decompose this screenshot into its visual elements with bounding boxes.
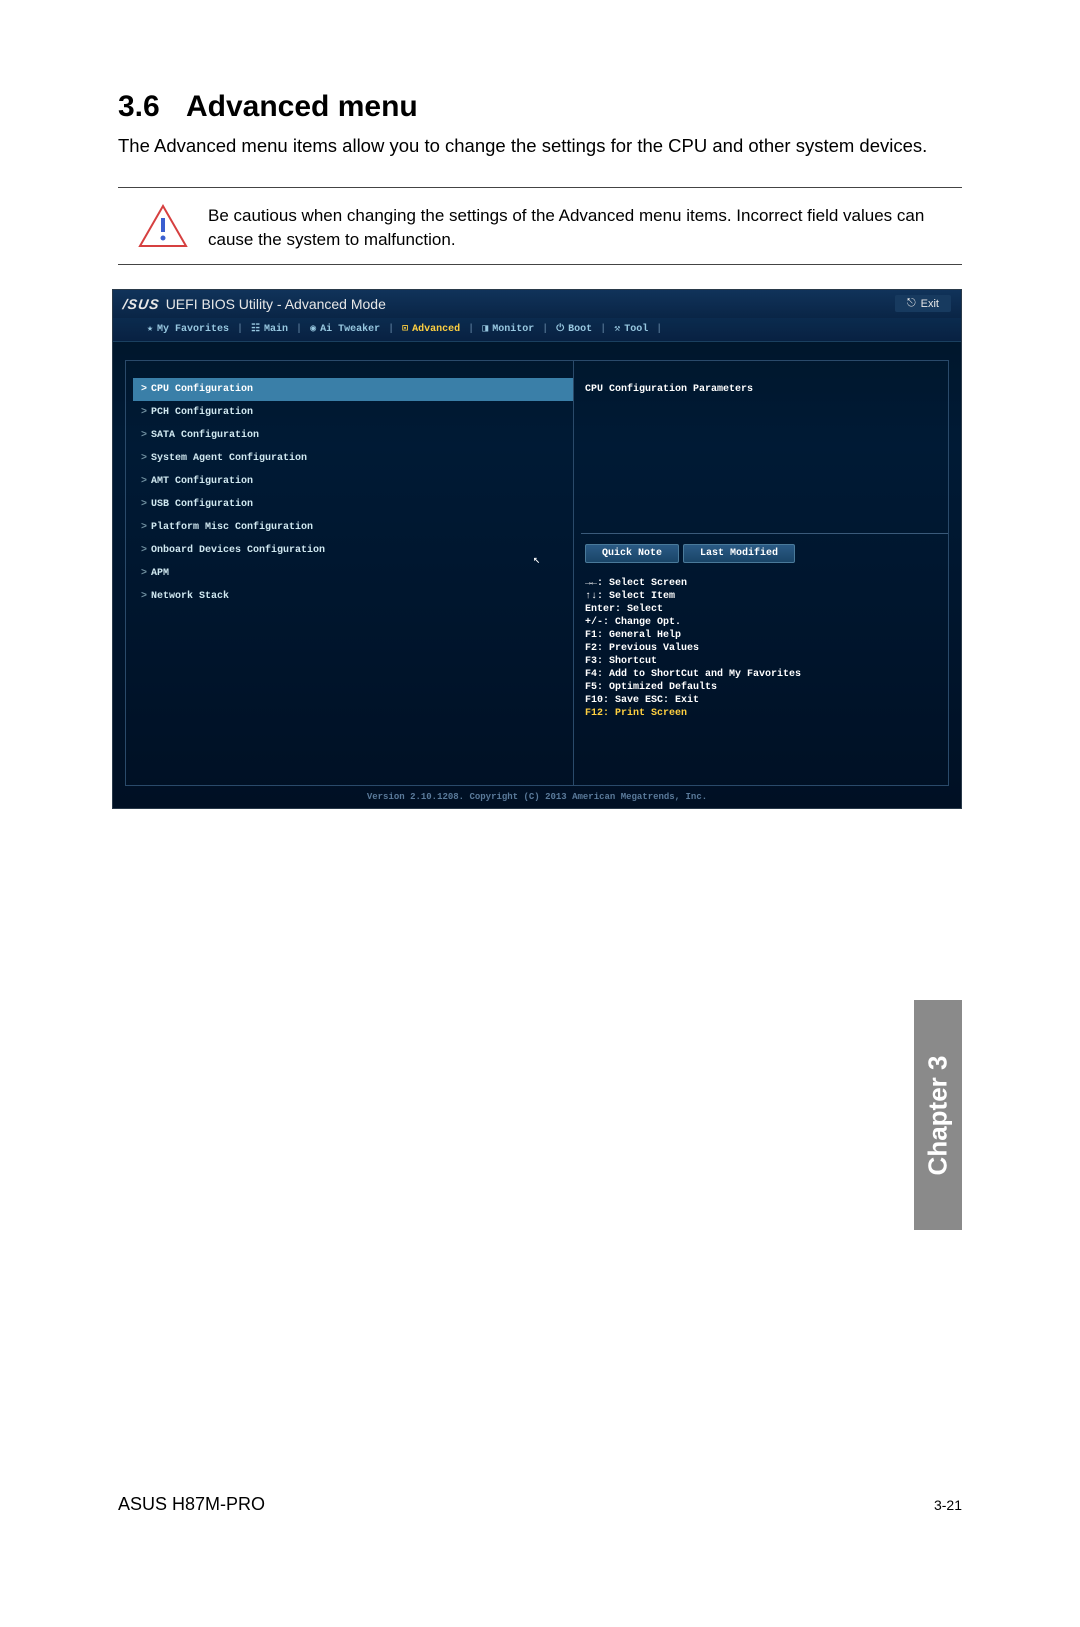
- chevron-right-icon: >: [141, 430, 147, 441]
- help-key-line: F4: Add to ShortCut and My Favorites: [585, 668, 945, 681]
- exit-label: Exit: [921, 298, 939, 310]
- help-key-line: F12: Print Screen: [585, 707, 945, 720]
- help-key-line: F3: Shortcut: [585, 655, 945, 668]
- chevron-right-icon: >: [141, 476, 147, 487]
- tab-monitor[interactable]: ◨ Monitor: [476, 323, 540, 335]
- bios-tab-bar: ★My Favorites|☷Main|◉Ai Tweaker|⊡Advance…: [113, 318, 961, 342]
- footer-product: ASUS H87M-PRO: [118, 1494, 265, 1515]
- main-icon: ☷: [251, 323, 260, 335]
- menu-item-system-agent-configuration[interactable]: > System Agent Configuration: [133, 447, 573, 470]
- chevron-right-icon: >: [141, 545, 147, 556]
- menu-item-label: Platform Misc Configuration: [151, 522, 313, 533]
- menu-item-apm[interactable]: > APM: [133, 562, 573, 585]
- tab-label: My Favorites: [157, 324, 229, 335]
- menu-item-platform-misc-configuration[interactable]: > Platform Misc Configuration: [133, 516, 573, 539]
- tab-main[interactable]: ☷ Main: [245, 323, 294, 335]
- menu-item-label: APM: [151, 568, 169, 579]
- help-keys: →←: Select Screen↑↓: Select ItemEnter: S…: [581, 573, 949, 724]
- tab-label: Main: [264, 324, 288, 335]
- monitor-icon: ◨: [482, 323, 488, 335]
- tab-label: Advanced: [412, 324, 460, 335]
- section-body: The Advanced menu items allow you to cha…: [118, 134, 962, 159]
- advanced-icon: ⊡: [402, 323, 408, 335]
- help-key-line: +/-: Change Opt.: [585, 616, 945, 629]
- boot-icon: ⏻: [556, 323, 564, 335]
- chapter-tab-label: Chapter 3: [923, 1055, 954, 1175]
- menu-item-label: PCH Configuration: [151, 407, 253, 418]
- bios-menu-list: > CPU Configuration> PCH Configuration> …: [133, 378, 573, 724]
- section-title: Advanced menu: [186, 90, 418, 123]
- menu-item-network-stack[interactable]: > Network Stack: [133, 585, 573, 608]
- chevron-right-icon: >: [141, 453, 147, 464]
- exit-icon: ⎋: [907, 297, 916, 310]
- menu-item-label: USB Configuration: [151, 499, 253, 510]
- menu-item-usb-configuration[interactable]: > USB Configuration: [133, 493, 573, 516]
- bios-titlebar: /SUS UEFI BIOS Utility - Advanced Mode ⎋…: [113, 290, 961, 318]
- warning-text: Be cautious when changing the settings o…: [208, 204, 962, 252]
- help-key-line: Enter: Select: [585, 603, 945, 616]
- warning-callout: Be cautious when changing the settings o…: [118, 187, 962, 265]
- asus-logo: /SUS: [122, 296, 161, 312]
- help-key-line: F5: Optimized Defaults: [585, 681, 945, 694]
- help-key-line: F2: Previous Values: [585, 642, 945, 655]
- menu-item-sata-configuration[interactable]: > SATA Configuration: [133, 424, 573, 447]
- section-number: 3.6: [118, 90, 186, 124]
- help-key-line: →←: Select Screen: [585, 577, 945, 590]
- tool-icon: ⚒: [614, 323, 620, 335]
- tab-advanced[interactable]: ⊡ Advanced: [396, 323, 466, 335]
- menu-item-label: System Agent Configuration: [151, 453, 307, 464]
- tab-my-favorites[interactable]: ★ My Favorites: [141, 323, 235, 335]
- menu-item-onboard-devices-configuration[interactable]: > Onboard Devices Configuration: [133, 539, 573, 562]
- section-header: 3.6Advanced menu: [118, 90, 962, 124]
- chevron-right-icon: >: [141, 407, 147, 418]
- chevron-right-icon: >: [141, 384, 147, 395]
- help-key-line: F1: General Help: [585, 629, 945, 642]
- tab-tool[interactable]: ⚒ Tool: [608, 323, 654, 335]
- help-key-line: F10: Save ESC: Exit: [585, 694, 945, 707]
- chevron-right-icon: >: [141, 522, 147, 533]
- my-favorites-icon: ★: [147, 323, 153, 335]
- help-key-line: ↑↓: Select Item: [585, 590, 945, 603]
- tab-label: Tool: [624, 324, 648, 335]
- bios-screenshot: /SUS UEFI BIOS Utility - Advanced Mode ⎋…: [112, 289, 962, 809]
- cursor-icon: ↖: [533, 552, 540, 567]
- tab-label: Monitor: [492, 324, 534, 335]
- menu-item-label: CPU Configuration: [151, 384, 253, 395]
- chevron-right-icon: >: [141, 499, 147, 510]
- quick-note-button[interactable]: Quick Note: [585, 544, 679, 563]
- warning-icon: [118, 204, 208, 248]
- last-modified-button[interactable]: Last Modified: [683, 544, 795, 563]
- menu-item-label: AMT Configuration: [151, 476, 253, 487]
- help-header: CPU Configuration Parameters: [581, 378, 949, 415]
- menu-item-amt-configuration[interactable]: > AMT Configuration: [133, 470, 573, 493]
- footer-page-number: 3-21: [934, 1497, 962, 1513]
- tab-boot[interactable]: ⏻ Boot: [550, 323, 598, 335]
- menu-item-label: Network Stack: [151, 591, 229, 602]
- page-footer: ASUS H87M-PRO 3-21: [118, 1494, 962, 1515]
- tab-ai-tweaker[interactable]: ◉ Ai Tweaker: [304, 323, 386, 335]
- bios-title: UEFI BIOS Utility - Advanced Mode: [166, 296, 386, 312]
- chevron-right-icon: >: [141, 591, 147, 602]
- bios-footer: Version 2.10.1208. Copyright (C) 2013 Am…: [113, 792, 961, 802]
- chapter-tab: Chapter 3: [914, 1000, 962, 1230]
- tab-label: Ai Tweaker: [320, 324, 380, 335]
- menu-item-label: Onboard Devices Configuration: [151, 545, 325, 556]
- menu-item-pch-configuration[interactable]: > PCH Configuration: [133, 401, 573, 424]
- chevron-right-icon: >: [141, 568, 147, 579]
- tab-label: Boot: [568, 324, 592, 335]
- ai-tweaker-icon: ◉: [310, 323, 316, 335]
- menu-item-cpu-configuration[interactable]: > CPU Configuration: [133, 378, 573, 401]
- exit-button[interactable]: ⎋ Exit: [895, 295, 951, 312]
- menu-item-label: SATA Configuration: [151, 430, 259, 441]
